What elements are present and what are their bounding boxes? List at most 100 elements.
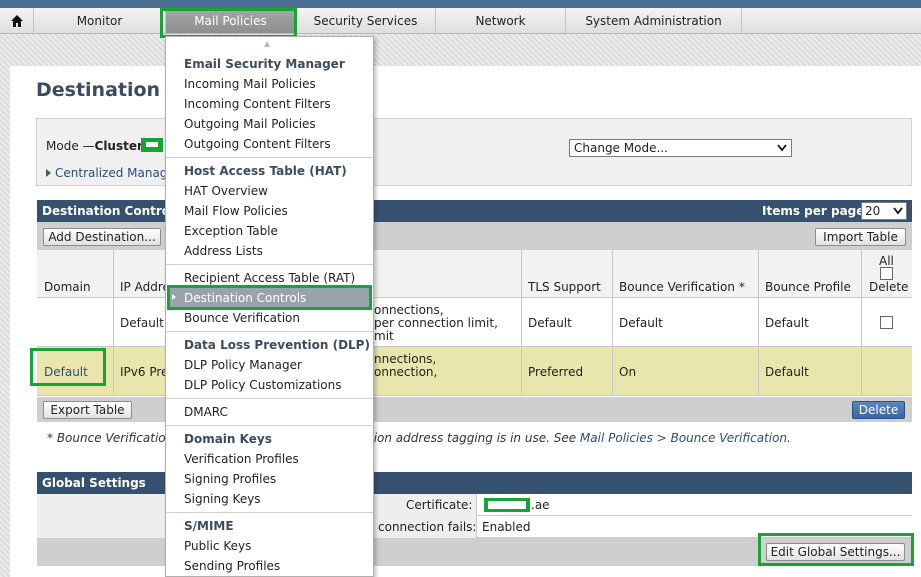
row-bounce-verification: On — [619, 365, 637, 379]
menu-divider — [166, 157, 373, 158]
row-tls: Default — [528, 316, 572, 330]
nav-tab-system-administration[interactable]: System Administration — [566, 8, 742, 33]
row-ip: Default — [120, 316, 164, 330]
menu-divider — [166, 425, 373, 426]
menu-header-smime: S/MIME — [184, 519, 234, 533]
footnote-left: * Bounce Verification — [47, 431, 174, 445]
menu-item-public-keys[interactable]: Public Keys — [184, 539, 251, 553]
import-table-button[interactable]: Import Table — [815, 228, 906, 246]
row-domain-link[interactable]: Default — [44, 366, 88, 379]
column-divider — [113, 250, 114, 396]
items-per-page-value: 20 — [865, 204, 881, 218]
centralized-link-label: Centralized Manage — [55, 166, 175, 180]
cluster-name-redacted — [141, 138, 163, 152]
certificate-label: Certificate: — [406, 498, 473, 512]
menu-divider — [166, 398, 373, 399]
row-delete-checkbox[interactable] — [880, 316, 893, 329]
nav-tab-security-services[interactable]: Security Services — [296, 8, 436, 33]
menu-item-mail-flow-policies[interactable]: Mail Flow Policies — [184, 204, 288, 218]
nav-tab-mail-policies[interactable]: Mail Policies — [166, 8, 296, 33]
bounce-verification-link[interactable]: Mail Policies > Bounce Verification — [580, 431, 787, 445]
nav-tab-label: System Administration — [585, 13, 722, 28]
footnote-right: tion address tagging is in use. See Mail… — [369, 431, 791, 445]
row-bounce-verification: Default — [619, 316, 663, 330]
menu-item-incoming-content-filters[interactable]: Incoming Content Filters — [184, 97, 331, 111]
menu-item-incoming-mail-policies[interactable]: Incoming Mail Policies — [184, 77, 316, 91]
column-divider — [861, 250, 862, 396]
nav-home[interactable] — [0, 8, 34, 33]
certificate-suffix: .ae — [531, 498, 550, 512]
menu-item-hat-overview[interactable]: HAT Overview — [184, 184, 268, 198]
tls-fail-label: connection fails: — [378, 520, 477, 534]
triangle-right-icon — [46, 169, 51, 177]
delete-button[interactable]: Delete — [852, 401, 905, 419]
column-header-ip-address: IP Addre — [120, 280, 170, 294]
column-divider — [521, 250, 522, 396]
menu-divider — [166, 264, 373, 265]
certificate-name-redacted — [484, 498, 530, 512]
global-settings-title: Global Settings — [42, 476, 146, 490]
row-bounce-profile: Default — [765, 365, 809, 379]
column-header-all: All — [879, 254, 894, 268]
mode-cluster-label: Cluster: — [94, 139, 148, 153]
menu-item-signing-profiles[interactable]: Signing Profiles — [184, 472, 276, 486]
edit-global-settings-button[interactable]: Edit Global Settings... — [766, 543, 905, 561]
menu-arrow-icon — [172, 294, 176, 300]
menu-item-dlp-policy-manager[interactable]: DLP Policy Manager — [184, 358, 302, 372]
select-all-checkbox[interactable] — [880, 267, 893, 280]
top-accent-bar — [0, 0, 921, 8]
items-per-page-select[interactable]: 20 — [861, 202, 907, 220]
menu-caret-icon: ▲ — [264, 39, 271, 48]
menu-item-verification-profiles[interactable]: Verification Profiles — [184, 452, 299, 466]
column-divider — [612, 250, 613, 396]
menu-item-bounce-verification[interactable]: Bounce Verification — [184, 311, 300, 325]
nav-tab-label: Mail Policies — [194, 13, 267, 28]
menu-item-dlp-policy-customizations[interactable]: DLP Policy Customizations — [184, 378, 342, 392]
row-tls: Preferred — [528, 365, 584, 379]
change-mode-value: Change Mode... — [574, 141, 668, 155]
nav-tab-network[interactable]: Network — [436, 8, 566, 33]
menu-header-dlp: Data Loss Prevention (DLP) — [184, 338, 370, 352]
nav-tab-label: Network — [475, 13, 526, 28]
menu-item-exception-table[interactable]: Exception Table — [184, 224, 278, 238]
change-mode-select[interactable]: Change Mode... — [569, 139, 792, 157]
row-limit-line: onnection, — [374, 365, 438, 379]
menu-item-destination-controls[interactable]: Destination Controls — [184, 291, 306, 305]
destination-controls-title: Destination Control — [42, 204, 175, 218]
chevron-down-icon — [777, 144, 787, 152]
row-limit-line: mit — [374, 329, 394, 343]
footnote-end: . — [787, 431, 791, 445]
menu-item-dmarc[interactable]: DMARC — [184, 405, 228, 419]
nav-tab-label: Security Services — [313, 13, 418, 28]
column-divider — [758, 250, 759, 396]
items-per-page-label: Items per page — [762, 204, 865, 218]
menu-header-email-security-manager: Email Security Manager — [184, 57, 345, 71]
mode-label: Mode —Cluster: — [46, 139, 148, 153]
menu-header-domain-keys: Domain Keys — [184, 432, 272, 446]
column-header-bounce-profile: Bounce Profile — [765, 280, 851, 294]
tls-fail-value: Enabled — [482, 520, 531, 534]
nav-tab-monitor[interactable]: Monitor — [34, 8, 166, 33]
row-bounce-profile: Default — [765, 316, 809, 330]
menu-item-rat[interactable]: Recipient Access Table (RAT) — [184, 271, 355, 285]
mode-prefix: Mode — — [46, 139, 95, 153]
menu-divider — [166, 331, 373, 332]
menu-item-sending-profiles[interactable]: Sending Profiles — [184, 559, 280, 573]
column-header-bounce-verification: Bounce Verification * — [619, 280, 745, 294]
export-table-button[interactable]: Export Table — [43, 401, 132, 419]
nav-tab-label: Monitor — [76, 13, 123, 28]
column-header-delete: Delete — [869, 280, 909, 294]
menu-header-hat: Host Access Table (HAT) — [184, 164, 347, 178]
page-title: Destination C — [36, 79, 181, 101]
centralized-management-link[interactable]: Centralized Manage — [46, 166, 175, 180]
home-icon — [10, 14, 23, 27]
menu-item-outgoing-mail-policies[interactable]: Outgoing Mail Policies — [184, 117, 316, 131]
column-header-domain: Domain — [44, 280, 91, 294]
menu-item-address-lists[interactable]: Address Lists — [184, 244, 263, 258]
add-destination-button[interactable]: Add Destination... — [43, 228, 161, 246]
menu-item-signing-keys[interactable]: Signing Keys — [184, 492, 261, 506]
menu-divider — [166, 512, 373, 513]
footnote-text: tion address tagging is in use. See — [369, 431, 580, 445]
chevron-down-icon — [893, 207, 903, 215]
menu-item-outgoing-content-filters[interactable]: Outgoing Content Filters — [184, 137, 331, 151]
